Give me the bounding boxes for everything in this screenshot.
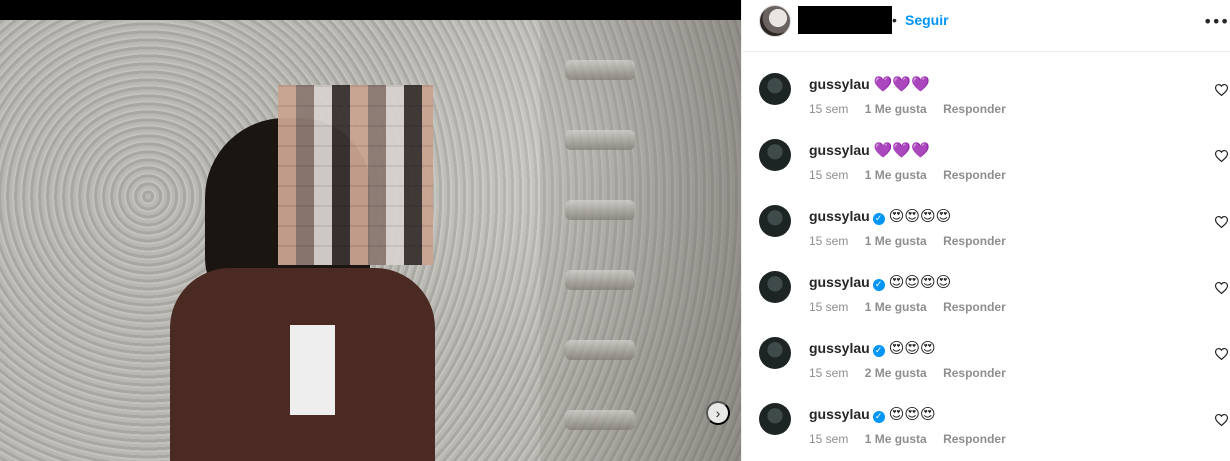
follow-button[interactable]: Seguir — [905, 12, 949, 28]
comment-line: gussylau ✓ 😍😍😍😍 — [809, 207, 951, 225]
post-photo: › — [0, 0, 741, 461]
comment-line: gussylau 💜💜💜 — [809, 75, 930, 93]
heart-icon[interactable] — [1214, 281, 1228, 296]
carousel-next-button[interactable]: › — [706, 401, 730, 425]
comment-text: 💜💜💜 — [873, 75, 930, 93]
photo-person — [0, 0, 741, 461]
verified-badge-icon: ✓ — [872, 411, 885, 423]
comment-likes[interactable]: 1 Me gusta — [865, 300, 927, 314]
comment-item: gussylau ✓ 😍😍😍 15 sem 2 Me gusta Responder — [742, 317, 1230, 383]
comment-item: gussylau ✓ 😍😍😍😍 15 sem 1 Me gusta Responde… — [742, 185, 1230, 251]
heart-outline-icon — [1214, 149, 1228, 163]
heart-outline-icon — [1214, 413, 1228, 427]
commenter-avatar[interactable] — [759, 73, 791, 105]
author-avatar[interactable] — [759, 5, 791, 37]
heart-outline-icon — [1214, 83, 1228, 97]
verified-badge-icon: ✓ — [872, 345, 885, 357]
reply-button[interactable]: Responder — [943, 234, 1006, 248]
verified-badge-icon: ✓ — [872, 213, 885, 225]
comment-likes[interactable]: 1 Me gusta — [865, 102, 927, 116]
heart-icon[interactable] — [1214, 149, 1228, 164]
reply-button[interactable]: Responder — [943, 366, 1006, 380]
comment-meta: 15 sem 1 Me gusta Responder — [809, 300, 1006, 314]
comment-item: gussylau ✓ 😍😍😍😍 15 sem 1 Me gusta Responde… — [742, 251, 1230, 317]
heart-icon[interactable] — [1214, 215, 1228, 230]
heart-outline-icon — [1214, 347, 1228, 361]
comment-likes[interactable]: 1 Me gusta — [865, 234, 927, 248]
header-separator: • — [892, 12, 897, 28]
comment-time[interactable]: 15 sem — [809, 102, 848, 116]
commenter-avatar[interactable] — [759, 337, 791, 369]
comment-time[interactable]: 15 sem — [809, 168, 848, 182]
commenter-avatar[interactable] — [759, 139, 791, 171]
comment-line: gussylau ✓ 😍😍😍😍 — [809, 273, 951, 291]
post-sidebar: • Seguir ••• gussylau 💜💜💜 15 sem 1 Me gus… — [741, 0, 1230, 461]
comment-username[interactable]: gussylau — [809, 340, 870, 356]
heart-icon[interactable] — [1214, 347, 1228, 362]
comment-meta: 15 sem 1 Me gusta Responder — [809, 168, 1006, 182]
heart-icon[interactable] — [1214, 413, 1228, 428]
comment-time[interactable]: 15 sem — [809, 300, 848, 314]
comment-meta: 15 sem 1 Me gusta Responder — [809, 102, 1006, 116]
comment-text: 😍😍😍😍 — [888, 273, 952, 291]
comment-username[interactable]: gussylau — [809, 142, 870, 158]
comment-username[interactable]: gussylau — [809, 274, 870, 290]
comment-text: 😍😍😍 — [888, 405, 936, 423]
reply-button[interactable]: Responder — [943, 300, 1006, 314]
verified-badge-icon: ✓ — [872, 279, 885, 291]
comment-username[interactable]: gussylau — [809, 208, 870, 224]
comment-item: gussylau 💜💜💜 15 sem 1 Me gusta Responder — [742, 53, 1230, 119]
comment-time[interactable]: 15 sem — [809, 366, 848, 380]
commenter-avatar[interactable] — [759, 271, 791, 303]
comment-likes[interactable]: 2 Me gusta — [865, 366, 927, 380]
pixelated-face — [278, 85, 433, 265]
comment-username[interactable]: gussylau — [809, 406, 870, 422]
comment-line: gussylau ✓ 😍😍😍 — [809, 405, 936, 423]
comment-likes[interactable]: 1 Me gusta — [865, 168, 927, 182]
heart-icon[interactable] — [1214, 83, 1228, 98]
comments-list: gussylau 💜💜💜 15 sem 1 Me gusta Responder … — [742, 53, 1230, 449]
reply-button[interactable]: Responder — [943, 168, 1006, 182]
reply-button[interactable]: Responder — [943, 102, 1006, 116]
comment-line: gussylau ✓ 😍😍😍 — [809, 339, 936, 357]
comment-text: 😍😍😍😍 — [888, 207, 952, 225]
author-username-redacted[interactable] — [798, 6, 892, 34]
comment-time[interactable]: 15 sem — [809, 234, 848, 248]
comment-meta: 15 sem 1 Me gusta Responder — [809, 234, 1006, 248]
comment-meta: 15 sem 1 Me gusta Responder — [809, 432, 1006, 446]
chevron-right-icon: › — [715, 405, 721, 421]
commenter-avatar[interactable] — [759, 205, 791, 237]
heart-outline-icon — [1214, 281, 1228, 295]
comment-username[interactable]: gussylau — [809, 76, 870, 92]
comment-time[interactable]: 15 sem — [809, 432, 848, 446]
comment-text: 💜💜💜 — [873, 141, 930, 159]
comment-item: gussylau ✓ 😍😍😍 15 sem 1 Me gusta Responder — [742, 383, 1230, 449]
reply-button[interactable]: Responder — [943, 432, 1006, 446]
post-header: • Seguir ••• — [742, 0, 1230, 52]
comment-line: gussylau 💜💜💜 — [809, 141, 930, 159]
comment-likes[interactable]: 1 Me gusta — [865, 432, 927, 446]
comment-text: 😍😍😍 — [888, 339, 936, 357]
commenter-avatar[interactable] — [759, 403, 791, 435]
more-options-icon[interactable]: ••• — [1203, 12, 1229, 32]
photo-person-shirt — [290, 325, 335, 415]
comment-item: gussylau 💜💜💜 15 sem 1 Me gusta Responder — [742, 119, 1230, 185]
heart-outline-icon — [1214, 215, 1228, 229]
comment-meta: 15 sem 2 Me gusta Responder — [809, 366, 1006, 380]
